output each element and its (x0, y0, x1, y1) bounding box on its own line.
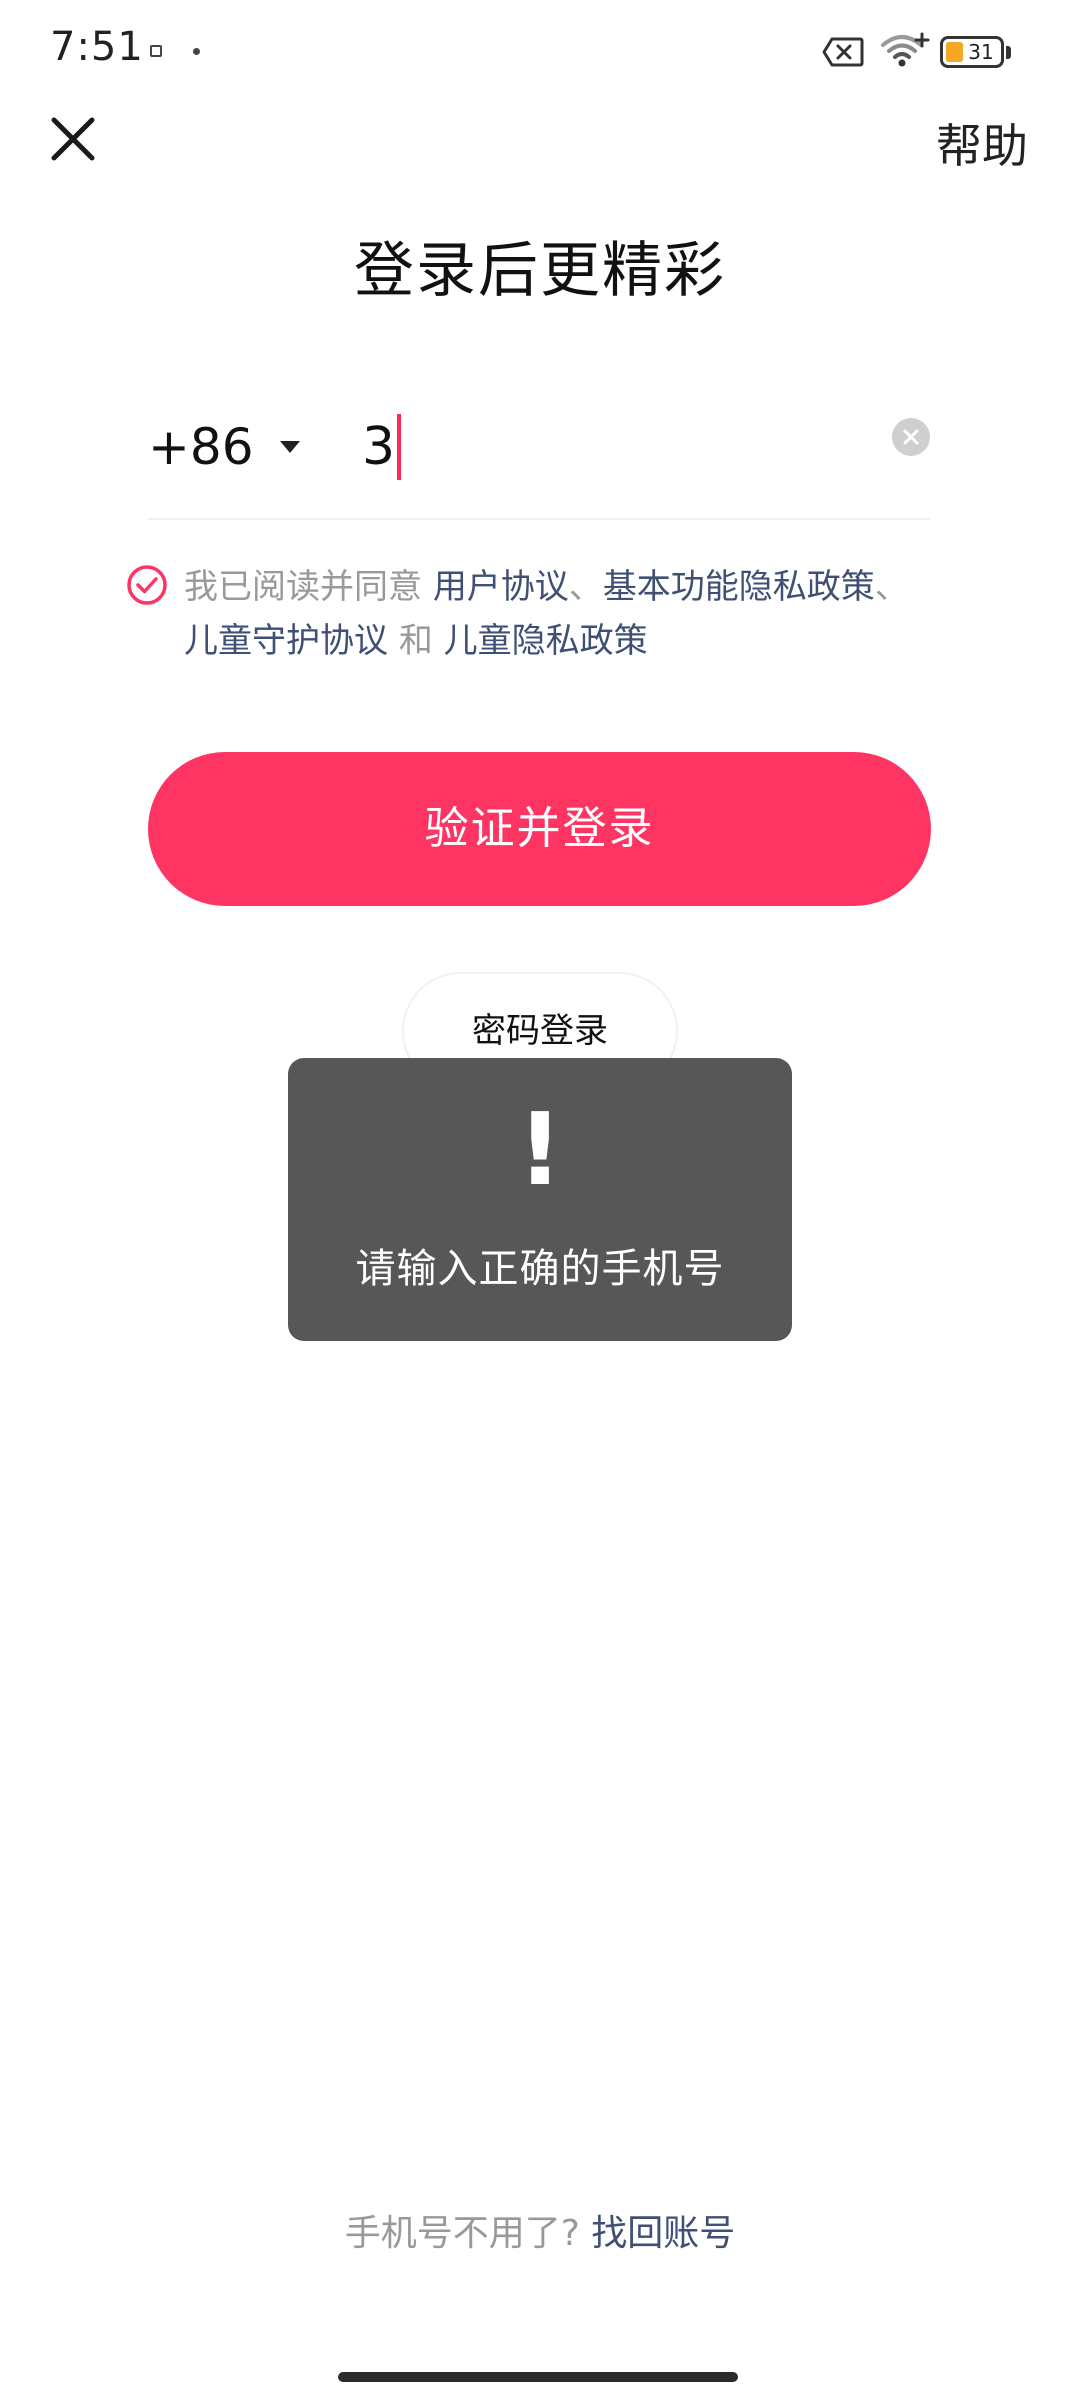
recover-prompt: 手机号不用了? (344, 2213, 580, 2254)
page-title: 登录后更精彩 (354, 236, 726, 306)
caret-down-icon (279, 441, 300, 453)
status-time: 7:51 (50, 24, 144, 70)
country-code-text: +86 (148, 418, 254, 476)
child-protection-link[interactable]: 儿童守护协议 (184, 621, 388, 661)
child-privacy-link[interactable]: 儿童隐私政策 (444, 621, 648, 661)
user-agreement-link[interactable]: 用户协议 (433, 567, 569, 607)
close-icon[interactable] (46, 112, 100, 166)
phone-field: +86 3 (148, 390, 931, 520)
battery-icon: 31 (940, 36, 1012, 70)
agreement-and: 和 (398, 621, 433, 661)
toast-message: 请输入正确的手机号 (355, 1246, 725, 1292)
clear-icon[interactable] (892, 418, 930, 456)
verify-login-button[interactable]: 验证并登录 (148, 752, 931, 906)
phone-input[interactable]: 3 (362, 402, 402, 492)
country-code-selector[interactable]: +86 (148, 402, 300, 492)
check-circle-icon[interactable] (126, 564, 168, 606)
privacy-policy-link[interactable]: 基本功能隐私政策 (603, 567, 875, 607)
wifi-icon (881, 32, 930, 67)
phone-input-value: 3 (362, 417, 396, 477)
recover-account-link[interactable]: 找回账号 (591, 2213, 735, 2254)
status-bar: 7:51 31 (0, 0, 1080, 100)
login-screen: 7:51 31 帮助 登录后更精彩 +86 3 我已阅读并同意 用户协议、基本功… (0, 0, 1080, 2400)
agreement-sep-2: 、 (874, 567, 909, 607)
exclamation-icon: ! (517, 1091, 563, 1208)
battery-level: 31 (968, 40, 994, 64)
agreement-sep-1: 、 (568, 567, 603, 607)
agreement-text: 我已阅读并同意 用户协议、基本功能隐私政策、 儿童守护协议 和 儿童隐私政策 (184, 560, 1004, 668)
notification-icon (150, 45, 162, 57)
text-cursor (397, 414, 402, 480)
error-toast: ! 请输入正确的手机号 (288, 1058, 792, 1341)
help-link[interactable]: 帮助 (936, 110, 1028, 176)
home-indicator[interactable] (338, 2372, 738, 2382)
agreement-prefix: 我已阅读并同意 (184, 567, 422, 607)
dot-icon (193, 48, 200, 55)
recover-account: 手机号不用了? 找回账号 (0, 2204, 1080, 2256)
sim-off-icon (822, 37, 864, 67)
